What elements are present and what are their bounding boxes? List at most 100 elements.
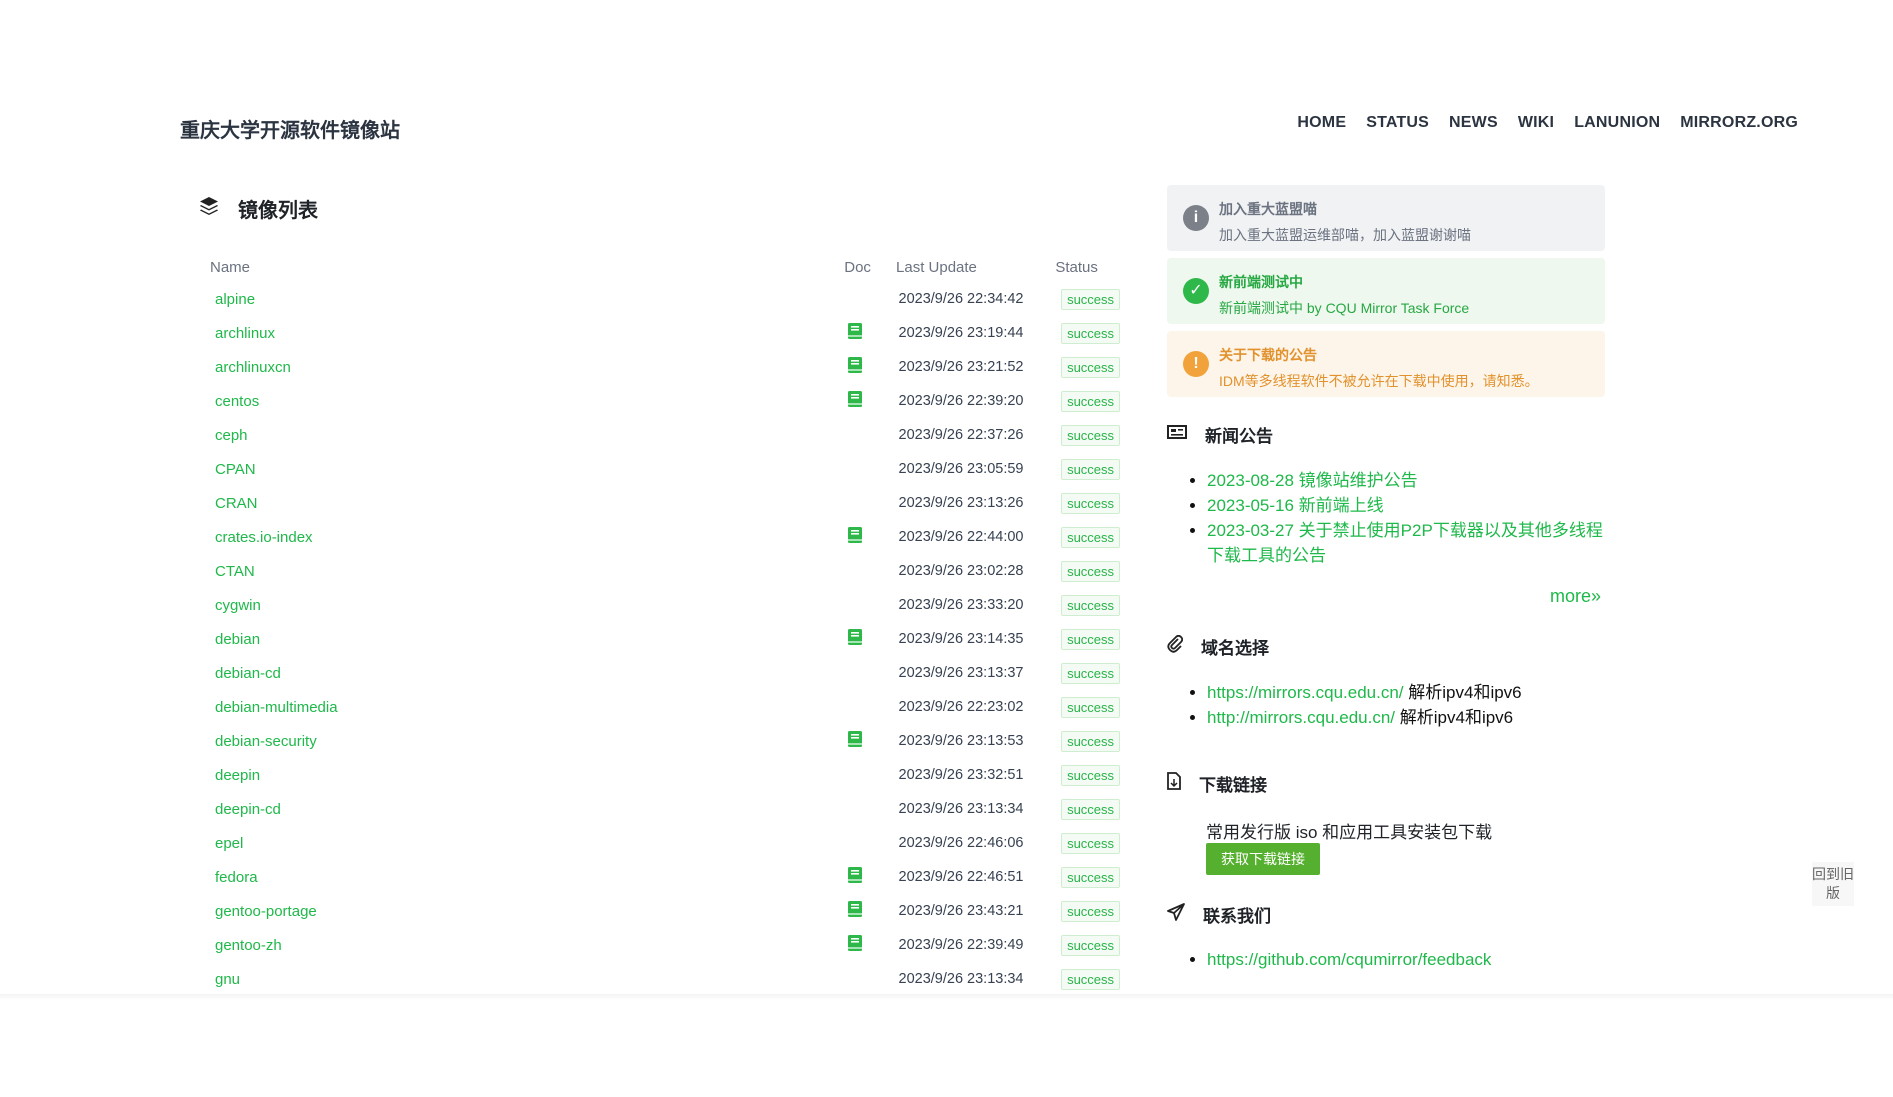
- alert-warning: ! 关于下载的公告 IDM等多线程软件不被允许在下载中使用，请知悉。: [1167, 331, 1605, 397]
- news-item: 2023-05-16 新前端上线: [1207, 493, 1607, 518]
- status-cell: success: [1056, 696, 1125, 718]
- table-row: cygwin 2023/9/26 23:33:20 success: [205, 588, 1125, 622]
- mirror-name-link[interactable]: debian-security: [215, 733, 317, 750]
- last-update-cell: 2023/9/26 23:43:21: [898, 903, 1024, 919]
- book-icon[interactable]: [848, 901, 863, 917]
- mirror-name-link[interactable]: CTAN: [215, 563, 255, 580]
- table-header: Name Doc Last Update Status: [205, 252, 1125, 282]
- doc-cell: [842, 629, 893, 649]
- status-badge: success: [1061, 390, 1121, 412]
- col-last-update-header[interactable]: Last Update: [896, 259, 1055, 276]
- contact-section-header: 联系我们: [1167, 902, 1271, 927]
- doc-cell: [842, 323, 893, 343]
- last-update-cell: 2023/9/26 23:13:26: [898, 495, 1024, 511]
- alert-warning-desc: IDM等多线程软件不被允许在下载中使用，请知悉。: [1219, 373, 1539, 389]
- col-status-header[interactable]: Status: [1055, 259, 1125, 276]
- table-row: ceph 2023/9/26 22:37:26 success: [205, 418, 1125, 452]
- last-update-cell: 2023/9/26 23:13:34: [898, 801, 1024, 817]
- check-circle-icon: ✓: [1183, 278, 1209, 304]
- paperclip-icon: [1167, 634, 1184, 658]
- mirror-name-link[interactable]: centos: [215, 393, 259, 410]
- domain-note: 解析ipv4和ipv6: [1408, 683, 1522, 702]
- domain-link-http[interactable]: http://mirrors.cqu.edu.cn/: [1207, 708, 1395, 727]
- download-desc: 常用发行版 iso 和应用工具安装包下载: [1206, 823, 1493, 842]
- book-icon[interactable]: [848, 867, 863, 883]
- status-badge: success: [1061, 832, 1121, 854]
- col-name-header[interactable]: Name: [205, 259, 844, 276]
- mirror-name-link[interactable]: gnu: [215, 971, 240, 988]
- table-row: gnu 2023/9/26 23:13:34 success: [205, 962, 1125, 996]
- mirror-name-link[interactable]: CPAN: [215, 461, 256, 478]
- table-row: debian-security 2023/9/26 23:13:53 success: [205, 724, 1125, 758]
- alert-info-desc: 加入重大蓝盟运维部喵，加入蓝盟谢谢喵: [1219, 227, 1471, 243]
- table-row: alpine 2023/9/26 22:34:42 success: [205, 282, 1125, 316]
- get-download-link-button[interactable]: 获取下载链接: [1206, 843, 1320, 875]
- last-update-cell: 2023/9/26 22:44:00: [898, 529, 1024, 545]
- table-row: deepin-cd 2023/9/26 23:13:34 success: [205, 792, 1125, 826]
- table-row: debian-multimedia 2023/9/26 22:23:02 succe…: [205, 690, 1125, 724]
- nav-wiki[interactable]: WIKI: [1518, 114, 1554, 132]
- back-to-old-version-button[interactable]: 回到旧版: [1812, 862, 1854, 906]
- mirror-name-link[interactable]: archlinuxcn: [215, 359, 291, 376]
- mirror-name-link[interactable]: deepin: [215, 767, 260, 784]
- newspaper-icon: [1167, 424, 1187, 445]
- last-update-cell: 2023/9/26 23:05:59: [898, 461, 1024, 477]
- nav-news[interactable]: NEWS: [1449, 114, 1498, 132]
- book-icon[interactable]: [848, 323, 863, 339]
- mirror-name-link[interactable]: debian-cd: [215, 665, 281, 682]
- mirror-name-link[interactable]: epel: [215, 835, 243, 852]
- last-update-cell: 2023/9/26 23:13:37: [898, 665, 1024, 681]
- domain-note: 解析ipv4和ipv6: [1399, 708, 1514, 727]
- book-icon[interactable]: [848, 935, 863, 951]
- mirror-name-link[interactable]: fedora: [215, 869, 258, 886]
- mirror-name-link[interactable]: alpine: [215, 291, 255, 308]
- mirror-name-link[interactable]: deepin-cd: [215, 801, 281, 818]
- news-link[interactable]: 2023-03-27 关于禁止使用P2P下载器以及其他多线程下载工具的公告: [1207, 521, 1603, 565]
- domain-link-https[interactable]: https://mirrors.cqu.edu.cn/: [1207, 683, 1404, 702]
- mirror-name-link[interactable]: gentoo-zh: [215, 937, 282, 954]
- book-icon[interactable]: [848, 357, 863, 373]
- news-link[interactable]: 2023-05-16 新前端上线: [1207, 496, 1384, 515]
- news-more-link[interactable]: more»: [1550, 586, 1601, 607]
- last-update-cell: 2023/9/26 22:34:42: [898, 291, 1024, 307]
- status-cell: success: [1056, 798, 1125, 820]
- nav-status[interactable]: STATUS: [1366, 114, 1429, 132]
- status-badge: success: [1061, 696, 1121, 718]
- status-badge: success: [1061, 594, 1121, 616]
- mirror-name-link[interactable]: debian-multimedia: [215, 699, 338, 716]
- status-badge: success: [1061, 526, 1121, 548]
- mirror-name-link[interactable]: debian: [215, 631, 260, 648]
- contact-item: https://github.com/cqumirror/feedback: [1207, 947, 1491, 972]
- download-title: 下载链接: [1199, 776, 1267, 795]
- table-body: alpine 2023/9/26 22:34:42 success archlinux…: [205, 282, 1125, 996]
- mirror-name-link[interactable]: gentoo-portage: [215, 903, 317, 920]
- domain-item: http://mirrors.cqu.edu.cn/ 解析ipv4和ipv6: [1207, 705, 1522, 730]
- book-icon[interactable]: [848, 527, 863, 543]
- domain-section-header: 域名选择: [1167, 634, 1269, 659]
- status-badge: success: [1061, 288, 1121, 310]
- site-title[interactable]: 重庆大学开源软件镜像站: [180, 114, 400, 143]
- table-row: crates.io-index 2023/9/26 22:44:00 success: [205, 520, 1125, 554]
- book-icon[interactable]: [848, 629, 863, 645]
- mirror-name-link[interactable]: CRAN: [215, 495, 258, 512]
- mirror-name-link[interactable]: archlinux: [215, 325, 275, 342]
- domain-item: https://mirrors.cqu.edu.cn/ 解析ipv4和ipv6: [1207, 680, 1522, 705]
- mirror-name-link[interactable]: crates.io-index: [215, 529, 313, 546]
- status-cell: success: [1056, 356, 1125, 378]
- nav-home[interactable]: HOME: [1297, 114, 1346, 132]
- nav-mirrorz[interactable]: MIRRORZ.ORG: [1680, 114, 1798, 132]
- table-row: debian 2023/9/26 23:14:35 success: [205, 622, 1125, 656]
- news-title: 新闻公告: [1205, 427, 1273, 446]
- book-icon[interactable]: [848, 731, 863, 747]
- news-link[interactable]: 2023-08-28 镜像站维护公告: [1207, 471, 1418, 490]
- book-icon[interactable]: [848, 391, 863, 407]
- feedback-link[interactable]: https://github.com/cqumirror/feedback: [1207, 950, 1491, 969]
- file-icon: [1167, 772, 1181, 795]
- status-badge: success: [1061, 458, 1121, 480]
- mirror-name-link[interactable]: cygwin: [215, 597, 261, 614]
- status-badge: success: [1061, 764, 1121, 786]
- info-icon: i: [1183, 205, 1209, 231]
- mirror-name-link[interactable]: ceph: [215, 427, 248, 444]
- status-cell: success: [1056, 424, 1125, 446]
- nav-lanunion[interactable]: LANUNION: [1574, 114, 1660, 132]
